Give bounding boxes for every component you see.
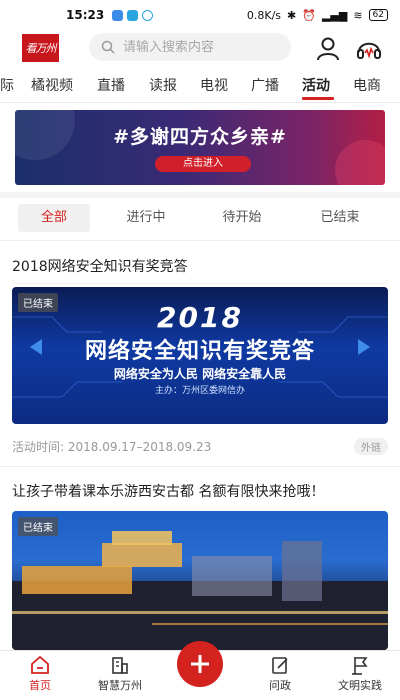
app-notification-icon [112, 9, 124, 21]
filter-all[interactable]: 全部 [18, 204, 90, 232]
status-badge: 已结束 [18, 517, 58, 536]
tab-ecommerce[interactable]: 电商 [353, 75, 381, 95]
bluetooth-icon: ✱ [287, 8, 297, 22]
tab-tv[interactable]: 电视 [200, 75, 228, 95]
palace-wall [22, 566, 132, 594]
tab-channel-0[interactable]: 际 [0, 75, 14, 95]
telegram-icon [127, 9, 139, 21]
status-time: 15:23 [66, 8, 105, 22]
home-icon [31, 655, 49, 674]
section-separator [0, 192, 400, 198]
palace-roof [102, 543, 182, 567]
tab-live[interactable]: 直播 [97, 75, 125, 95]
banner-enter-button[interactable]: 点击进入 [155, 156, 251, 172]
nav-inquiry[interactable]: 问政 [250, 655, 310, 693]
tab-activity[interactable]: 活动 [302, 75, 330, 95]
tab-orange-video[interactable]: 橘视频 [31, 75, 73, 95]
wifi-icon: ≋ [353, 8, 363, 22]
bottom-navigation: 首页 智慧万州 问政 文明实践 [0, 641, 400, 700]
logo-text: 看万州 [25, 42, 57, 55]
divider [0, 466, 400, 467]
nav-civilization[interactable]: 文明实践 [330, 655, 390, 693]
activity-image[interactable]: 已结束 2018 网络安全知识有奖竞答 网络安全为人民 网络安全靠人民 主办：万… [12, 287, 388, 424]
edit-icon [272, 657, 288, 674]
notification-icons [112, 9, 154, 21]
divider [0, 102, 400, 103]
search-icon [101, 40, 115, 54]
circle-notification-icon [142, 9, 154, 21]
activity-title[interactable]: 让孩子带着课本乐游西安古都 名额有限快来抢哦！ [12, 481, 324, 501]
search-input[interactable] [123, 39, 283, 55]
image-headline: 网络安全知识有奖竞答 [84, 339, 315, 364]
street-lights [12, 611, 388, 614]
divider [12, 283, 388, 284]
image-year-text: 2018 [157, 301, 243, 334]
active-tab-indicator [302, 97, 334, 100]
external-link-tag: 外链 [354, 438, 388, 455]
nav-inquiry-label: 问政 [269, 679, 291, 692]
channel-tabs: 际 橘视频 直播 读报 电视 广播 活动 电商 [0, 70, 400, 102]
promo-banner[interactable]: #多谢四方众乡亲# 点击进入 [15, 110, 385, 185]
app-header: 看万州 [0, 30, 400, 68]
nav-civilization-label: 文明实践 [338, 679, 382, 692]
app-logo[interactable]: 看万州 [22, 34, 59, 62]
divider [0, 240, 400, 241]
activity-time: 活动时间: 2018.09.17–2018.09.23 [12, 440, 212, 454]
filter-upcoming[interactable]: 待开始 [206, 204, 278, 232]
nav-home-label: 首页 [29, 679, 51, 692]
status-right: 0.8K/s ✱ ⏰ ▂▄▆ ≋ 62 [247, 9, 388, 22]
status-filter: 全部 进行中 待开始 已结束 [0, 204, 400, 234]
nav-smart-wanzhou[interactable]: 智慧万州 [90, 655, 150, 693]
headphones-icon[interactable] [356, 36, 382, 62]
palace-top [112, 531, 172, 545]
alarm-icon: ⏰ [302, 8, 316, 22]
activity-image[interactable]: 已结束 [12, 511, 388, 650]
flag-icon [352, 657, 368, 675]
search-bar[interactable] [89, 33, 291, 61]
image-host: 主办：万州区委网信办 [154, 386, 245, 396]
banner-title: #多谢四方众乡亲# [113, 126, 287, 148]
plus-icon [191, 655, 209, 673]
image-subline: 网络安全为人民 网络安全靠人民 [113, 367, 287, 381]
tab-newspaper[interactable]: 读报 [149, 75, 177, 95]
user-icon[interactable] [315, 36, 341, 62]
street-lights [152, 623, 388, 625]
tab-radio[interactable]: 广播 [251, 75, 279, 95]
status-bar: 15:23 0.8K/s ✱ ⏰ ▂▄▆ ≋ 62 [0, 0, 400, 30]
building-icon [112, 657, 128, 674]
signal-icon: ▂▄▆ [321, 8, 348, 22]
nav-home[interactable]: 首页 [10, 655, 70, 693]
city-buildings [192, 556, 272, 596]
publish-button[interactable] [177, 641, 223, 687]
city-tower [282, 541, 322, 601]
filter-ongoing[interactable]: 进行中 [110, 204, 182, 232]
nav-smart-label: 智慧万州 [98, 679, 142, 692]
filter-ended[interactable]: 已结束 [304, 204, 376, 232]
battery-indicator: 62 [368, 9, 388, 21]
network-speed: 0.8K/s [246, 8, 282, 22]
activity-title[interactable]: 2018网络安全知识有奖竞答 [12, 256, 188, 276]
